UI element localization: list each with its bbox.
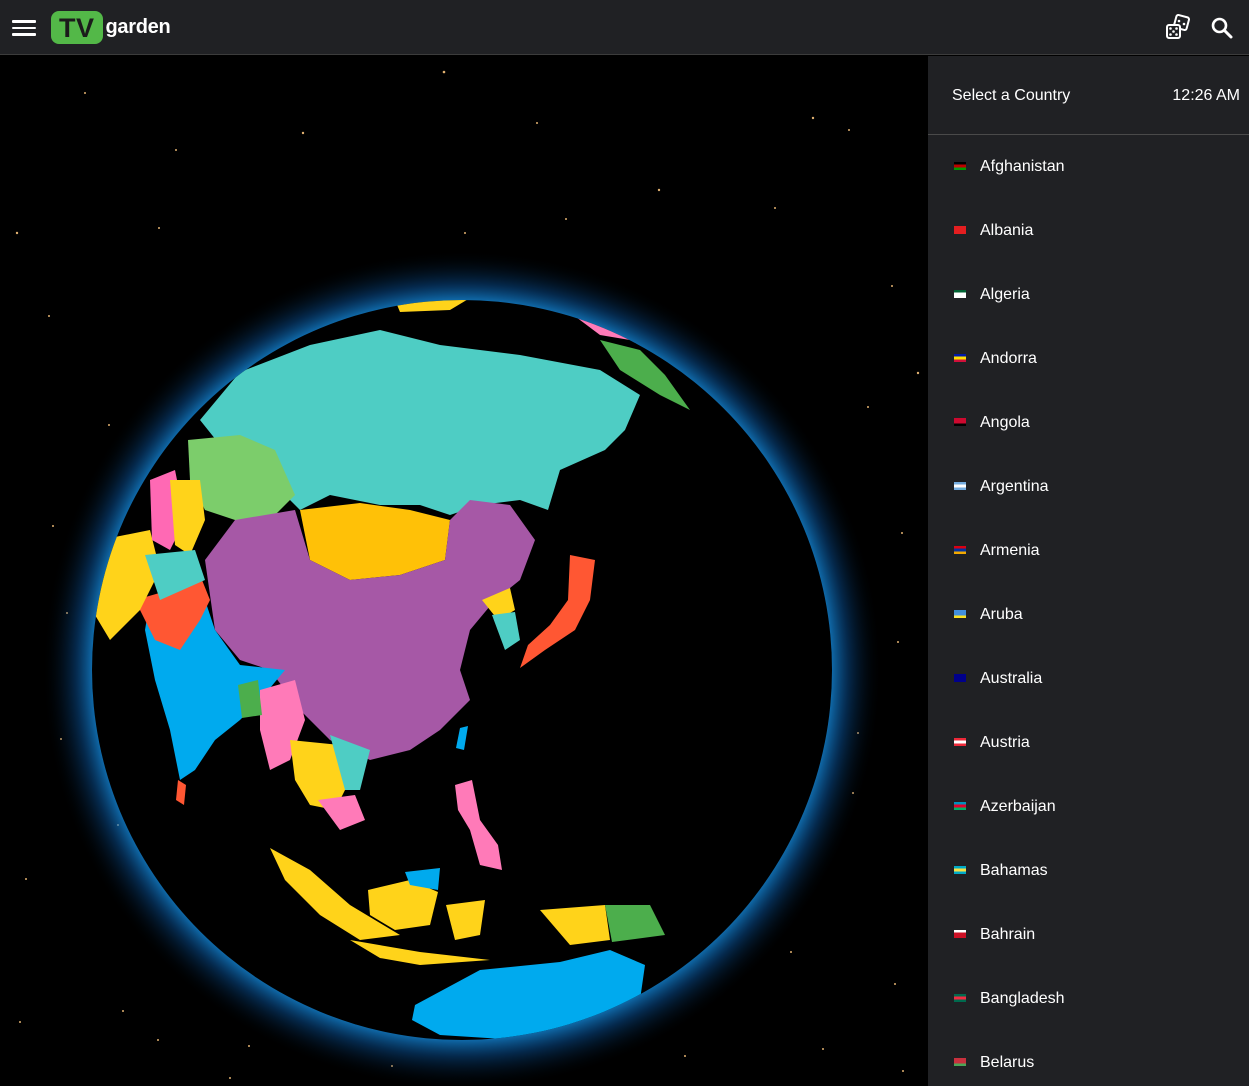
flag-icon — [954, 546, 966, 554]
country-name: Andorra — [980, 350, 1037, 367]
flag-icon — [954, 994, 966, 1002]
country-name: Bangladesh — [980, 990, 1065, 1007]
country-name: Angola — [980, 414, 1030, 431]
flag-icon — [954, 418, 966, 426]
flag-icon — [954, 802, 966, 810]
country-item[interactable]: Algeria — [928, 263, 1249, 327]
tv-garden-logo[interactable]: TV garden — [51, 10, 171, 44]
logo-tv-text: TV — [51, 10, 103, 44]
panel-header: Select a Country 12:26 AM — [928, 56, 1249, 135]
country-item[interactable]: Australia — [928, 647, 1249, 711]
country-item[interactable]: Azerbaijan — [928, 775, 1249, 839]
flag-icon — [954, 738, 966, 746]
country-item[interactable]: Armenia — [928, 519, 1249, 583]
flag-icon — [954, 162, 966, 170]
country-item[interactable]: Argentina — [928, 455, 1249, 519]
flag-icon — [954, 866, 966, 874]
flag-icon — [954, 482, 966, 490]
country-item[interactable]: Bahrain — [928, 903, 1249, 967]
country-name: Australia — [980, 670, 1043, 687]
flag-icon — [954, 610, 966, 618]
country-item[interactable]: Albania — [928, 199, 1249, 263]
country-item[interactable]: Aruba — [928, 583, 1249, 647]
flag-icon — [954, 290, 966, 298]
flag-icon — [954, 674, 966, 682]
country-name: Argentina — [980, 478, 1049, 495]
flag-icon — [954, 354, 966, 362]
country-name: Armenia — [980, 542, 1040, 559]
country-panel: Select a Country 12:26 AM Afghanistan Alb… — [928, 56, 1249, 1086]
country-item[interactable]: Bangladesh — [928, 967, 1249, 1031]
country-item[interactable]: Andorra — [928, 327, 1249, 391]
country-name: Azerbaijan — [980, 798, 1056, 815]
country-name: Bahamas — [980, 862, 1048, 879]
globe-map[interactable] — [0, 56, 928, 1086]
country-name: Albania — [980, 222, 1034, 239]
country-item[interactable]: Angola — [928, 391, 1249, 455]
panel-title: Select a Country — [952, 87, 1071, 104]
top-bar: TV garden — [0, 0, 1249, 55]
country-name: Algeria — [980, 286, 1030, 303]
clock-time: 12:26 AM — [1172, 87, 1240, 104]
flag-icon — [954, 226, 966, 234]
dice-icon[interactable] — [1164, 13, 1192, 42]
country-name: Austria — [980, 734, 1030, 751]
country-name: Aruba — [980, 606, 1023, 623]
flag-icon — [954, 1058, 966, 1066]
country-list: Afghanistan Albania Algeria Andorra Angola Ar… — [928, 135, 1249, 1086]
country-name: Bahrain — [980, 926, 1036, 943]
country-item[interactable]: Afghanistan — [928, 135, 1249, 199]
country-item[interactable]: Austria — [928, 711, 1249, 775]
flag-icon — [954, 930, 966, 938]
country-item[interactable]: Belarus — [928, 1031, 1249, 1086]
country-name: Belarus — [980, 1054, 1035, 1071]
country-name: Afghanistan — [980, 158, 1065, 175]
country-item[interactable]: Bahamas — [928, 839, 1249, 903]
globe-view[interactable] — [0, 56, 928, 1086]
hamburger-menu-icon[interactable] — [12, 16, 36, 38]
search-icon[interactable] — [1208, 14, 1236, 42]
logo-garden-text: garden — [105, 15, 171, 38]
